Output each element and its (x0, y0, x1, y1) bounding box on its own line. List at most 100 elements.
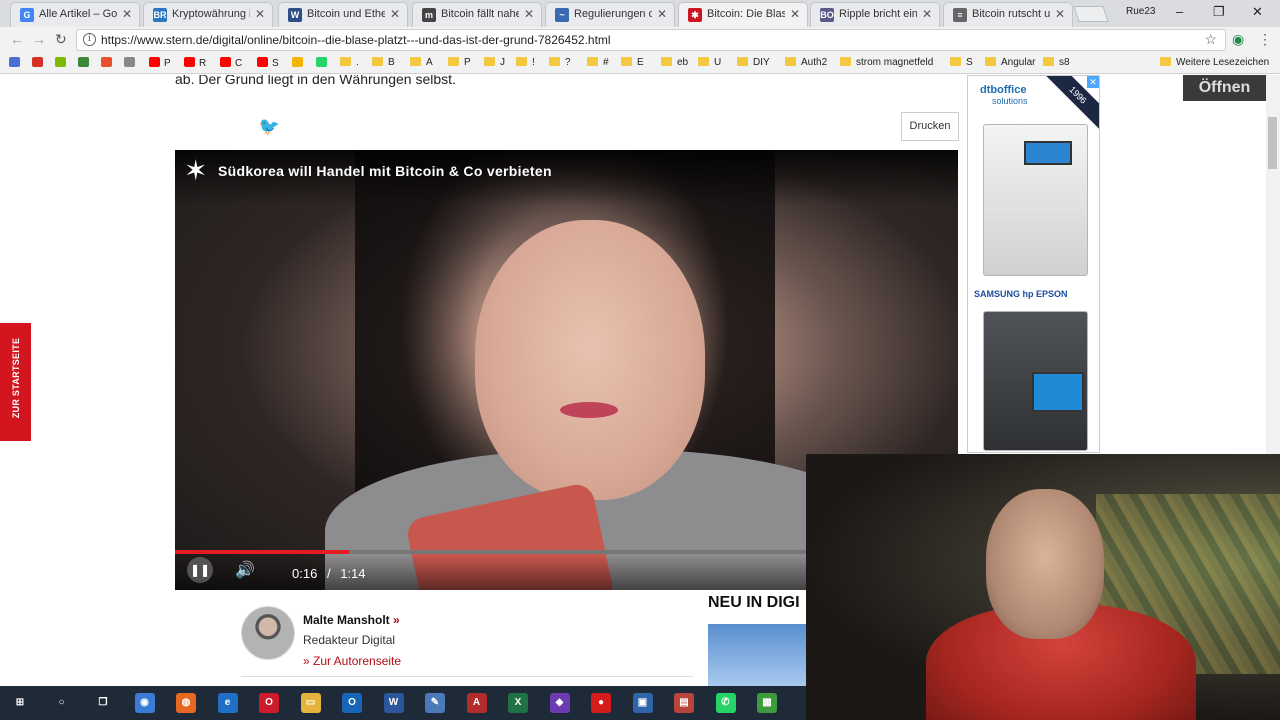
close-button[interactable]: ✕ (1252, 4, 1263, 20)
volume-icon[interactable]: 🔊 (235, 560, 255, 580)
taskbar-whatsapp-icon[interactable]: ✆ (715, 693, 736, 713)
article-thumbnail[interactable] (708, 624, 806, 686)
bookmark-item[interactable]: E (621, 57, 644, 68)
taskbar-scanner-icon[interactable]: ▤ (674, 693, 694, 713)
bookmark-item[interactable]: U (698, 57, 721, 68)
bookmark-item[interactable] (316, 57, 331, 69)
browser-tab[interactable]: m Bitcoin fällt nahe 5 ✕ (412, 2, 542, 27)
tab-close-icon[interactable]: ✕ (122, 7, 132, 21)
bookmark-label: Auth2 (801, 57, 828, 68)
bookmarks-bar: P R C S. B A P J!? # Eeb U DIY Auth2 strom magnetfeld… (0, 53, 1280, 74)
taskbar-outlook-icon[interactable]: O (342, 693, 362, 713)
tab-close-icon[interactable]: ✕ (255, 7, 265, 21)
browser-tab[interactable]: BR Kryptowährung im ✕ (143, 2, 273, 27)
taskbar-opera-icon[interactable]: O (259, 693, 279, 713)
share-facebook-button[interactable]: f (175, 112, 232, 141)
author-page-link[interactable]: » Zur Autorenseite (303, 654, 401, 668)
url-text[interactable]: https://www.stern.de/digital/online/bitc… (101, 33, 611, 47)
bookmark-item[interactable] (101, 57, 116, 69)
taskbar-edge-icon[interactable]: e (217, 693, 238, 713)
bookmark-item[interactable]: R (184, 57, 206, 69)
bookmark-item[interactable] (78, 57, 93, 69)
taskbar-firefox-icon[interactable]: ◍ (176, 693, 196, 713)
bookmark-favicon-icon (55, 57, 66, 67)
tab-close-icon[interactable]: ✕ (524, 7, 534, 21)
browser-tab[interactable]: ~ Regulierungen dro ✕ (545, 2, 675, 27)
browser-tab[interactable]: G Alle Artikel – Goog ✕ (10, 2, 140, 27)
taskbar-calc-icon[interactable]: ▦ (757, 693, 777, 713)
tab-close-icon[interactable]: ✕ (657, 7, 667, 21)
tab-close-icon[interactable]: ✕ (390, 7, 400, 21)
bookmark-item[interactable]: eb (661, 57, 688, 68)
bookmark-item[interactable]: P (448, 57, 471, 68)
tab-close-icon[interactable]: ✕ (1055, 7, 1065, 21)
bookmark-item[interactable]: ? (549, 57, 571, 68)
taskbar-word-icon[interactable]: W (383, 693, 404, 713)
browser-tab[interactable]: ≡ Bitcoin rutscht unt ✕ (943, 2, 1073, 27)
browser-tab[interactable]: W Bitcoin und Ethere ✕ (278, 2, 408, 27)
taskbar-pen-icon[interactable]: ✎ (425, 693, 445, 713)
bookmark-item[interactable]: Angular (985, 57, 1035, 68)
print-button[interactable]: Drucken (901, 112, 959, 141)
taskbar-remote-icon[interactable]: ▣ (632, 693, 653, 713)
taskbar-visual-studio-icon[interactable]: ◆ (549, 693, 570, 713)
site-info-icon[interactable]: i (83, 33, 96, 46)
home-side-tab[interactable]: ZUR STARTSEITE (0, 323, 31, 441)
new-tab-button[interactable] (1073, 6, 1109, 22)
bookmark-item[interactable] (32, 57, 47, 69)
bookmark-label: C (235, 58, 243, 69)
bookmark-item[interactable]: DIY (737, 57, 770, 68)
taskbar-record-icon[interactable]: ● (591, 693, 611, 713)
taskbar-acrobat-icon[interactable]: A (466, 693, 487, 713)
bookmark-item[interactable]: strom magnetfeld (840, 57, 933, 68)
bookmark-item[interactable]: A (410, 57, 433, 68)
bookmark-item[interactable]: Auth2 (785, 57, 827, 68)
tab-close-icon[interactable]: ✕ (922, 7, 932, 21)
bookmark-star-icon[interactable]: ☆ (1204, 31, 1217, 48)
open-button[interactable]: Öffnen (1183, 75, 1266, 101)
taskbar-chrome-icon[interactable]: ◉ (134, 693, 155, 713)
restore-button[interactable]: ❐ (1213, 4, 1225, 20)
tab-close-icon[interactable]: ✕ (790, 7, 800, 21)
scrollbar-thumb[interactable] (1268, 117, 1277, 169)
ad-close-icon[interactable]: ✕ (1087, 76, 1099, 88)
share-email-button[interactable]: ✉ (372, 112, 429, 141)
bookmark-item[interactable]: C (220, 57, 242, 69)
bookmark-item[interactable]: S (950, 57, 973, 68)
bookmark-item[interactable] (292, 57, 307, 69)
taskbar-task-view-icon[interactable]: ❐ (93, 693, 113, 713)
taskbar-start-icon[interactable]: ⊞ (10, 693, 30, 713)
taskbar-excel-icon[interactable]: X (508, 693, 528, 713)
bookmark-item[interactable]: S (257, 57, 279, 69)
bookmark-item[interactable] (55, 57, 70, 69)
profile-name[interactable]: Rue23 (1126, 6, 1155, 17)
folder-icon (785, 57, 796, 66)
bookmark-item[interactable]: ! (516, 57, 535, 68)
bookmark-item[interactable]: # (587, 57, 609, 68)
address-bar[interactable]: i https://www.stern.de/digital/online/bi… (76, 29, 1226, 51)
forward-icon[interactable]: → (32, 31, 46, 47)
back-icon[interactable]: ← (10, 31, 24, 47)
share-twitter-button[interactable]: 🐦 (241, 112, 298, 141)
bookmark-item[interactable]: . (340, 57, 359, 68)
bookmark-item[interactable] (124, 57, 139, 69)
menu-icon[interactable]: ⋮ (1258, 31, 1272, 48)
bookmark-item[interactable]: s8 (1043, 57, 1070, 68)
extension-icon[interactable]: ◉ (1232, 31, 1244, 48)
reload-icon[interactable]: ↻ (55, 31, 67, 48)
bookmark-item[interactable]: J (484, 57, 505, 68)
taskbar-explorer-icon[interactable]: ▭ (300, 693, 321, 713)
pause-button[interactable]: ❚❚ (187, 557, 213, 583)
bookmark-item[interactable] (9, 57, 24, 69)
taskbar-cortana-icon[interactable]: ○ (51, 693, 72, 713)
browser-tab[interactable]: ✱ Bitcoin: Die Blas ✕ (678, 2, 808, 27)
share-google-plus-button[interactable]: G+ (307, 112, 364, 141)
author-avatar[interactable] (241, 606, 295, 660)
author-name[interactable]: Malte Mansholt » (303, 613, 400, 627)
other-bookmarks[interactable]: Weitere Lesezeichen (1160, 57, 1269, 68)
browser-tab[interactable]: BO Ripple bricht ein ✕ (810, 2, 940, 27)
bookmark-item[interactable]: P (149, 57, 171, 69)
bookmark-item[interactable]: B (372, 57, 395, 68)
minimize-button[interactable]: – (1176, 4, 1183, 19)
advertisement[interactable]: dtboffice solutions 1996 SAMSUNG hp EPSO… (967, 75, 1100, 453)
